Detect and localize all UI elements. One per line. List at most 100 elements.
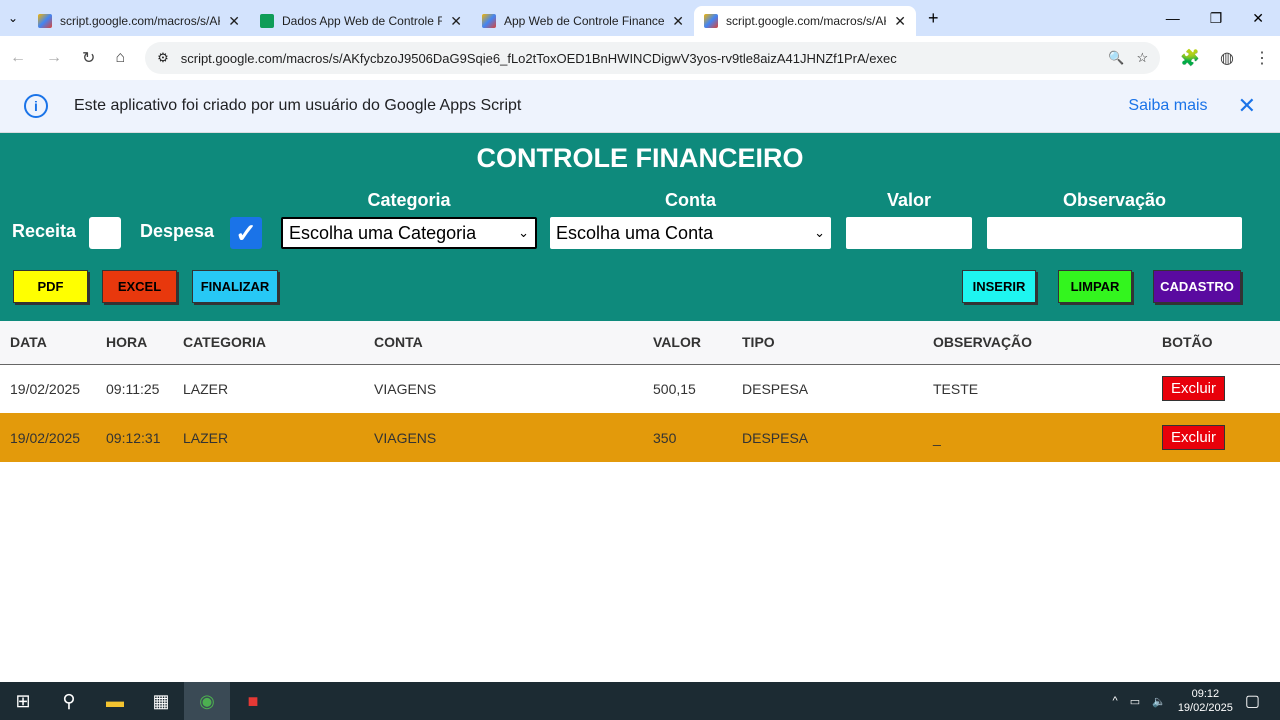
- pdf-button[interactable]: PDF: [13, 270, 88, 303]
- tab-title: script.google.com/macros/s/AK: [60, 14, 221, 28]
- form-panel: CONTROLE FINANCEIRO Receita Despesa ✓ Ca…: [0, 133, 1280, 321]
- learn-more-link[interactable]: Saiba mais: [1128, 97, 1207, 115]
- windows-start-icon[interactable]: ⊞: [0, 682, 46, 720]
- close-tab-icon[interactable]: ✕: [894, 13, 906, 30]
- browser-tab[interactable]: script.google.com/macros/s/AK ✕: [28, 6, 250, 36]
- system-tray: ^ ▭ 🔈 09:12 19/02/2025 ▢: [1113, 687, 1280, 715]
- chevron-down-icon: ⌄: [814, 225, 825, 240]
- despesa-checkbox[interactable]: ✓: [230, 217, 262, 249]
- home-icon[interactable]: ⌂: [115, 49, 125, 67]
- reload-icon[interactable]: ↻: [82, 48, 95, 68]
- close-banner-icon[interactable]: ✕: [1238, 93, 1256, 119]
- browser-tab-active[interactable]: script.google.com/macros/s/AK ✕: [694, 6, 916, 36]
- excluir-button[interactable]: Excluir: [1162, 425, 1226, 450]
- categoria-value: Escolha uma Categoria: [289, 222, 477, 243]
- clock-time: 09:12: [1191, 688, 1220, 700]
- column-header: TIPO: [732, 321, 923, 365]
- conta-label: Conta: [665, 190, 716, 210]
- close-tab-icon[interactable]: ✕: [450, 13, 462, 30]
- column-header: CATEGORIA: [173, 321, 364, 365]
- file-explorer-icon[interactable]: ▬: [92, 682, 138, 720]
- cell-valor: 350: [643, 413, 732, 462]
- minimize-icon[interactable]: —: [1166, 10, 1180, 27]
- receita-checkbox[interactable]: [89, 217, 121, 249]
- back-icon[interactable]: ←: [10, 49, 26, 67]
- cell-categoria: LAZER: [183, 380, 229, 397]
- info-banner: i Este aplicativo foi criado por um usuá…: [0, 80, 1280, 133]
- conta-select[interactable]: Escolha uma Conta ⌄: [550, 217, 831, 249]
- volume-icon[interactable]: 🔈: [1152, 695, 1166, 708]
- page-title: CONTROLE FINANCEIRO: [476, 143, 804, 173]
- cell-data: 19/02/2025: [10, 380, 81, 397]
- info-icon: i: [24, 94, 48, 118]
- bookmark-star-icon[interactable]: ☆: [1136, 50, 1148, 66]
- cell-valor: 500,15: [653, 380, 696, 397]
- address-bar-row: ← → ↻ ⌂ ⚙ script.google.com/macros/s/AKf…: [0, 36, 1280, 80]
- sheets-icon: [260, 14, 274, 28]
- categoria-select[interactable]: Escolha uma Categoria ⌄: [281, 217, 537, 249]
- browser-tab[interactable]: App Web de Controle Financeir ✕: [472, 6, 694, 36]
- cell-hora: 09:12:31: [96, 413, 173, 462]
- table-row: 19/02/2025 09:11:25 LAZER VIAGENS 500,15 DESP…: [0, 364, 1280, 413]
- chevron-up-icon[interactable]: ^: [1113, 695, 1118, 707]
- apps-script-icon: [482, 14, 496, 28]
- forward-icon[interactable]: →: [46, 49, 62, 67]
- tab-title: App Web de Controle Financeir: [504, 14, 665, 28]
- cell-data: 19/02/2025: [0, 413, 96, 462]
- cell-hora: 09:11:25: [106, 380, 160, 397]
- tab-title: Dados App Web de Controle Fi: [282, 14, 443, 28]
- finalizar-button[interactable]: FINALIZAR: [192, 270, 278, 303]
- column-header: HORA: [96, 321, 173, 365]
- close-tab-icon[interactable]: ✕: [228, 13, 240, 30]
- chrome-icon[interactable]: ◉: [184, 682, 230, 720]
- observacao-input[interactable]: [987, 217, 1242, 249]
- taskbar: ⊞ ⚲ ▬ ▦ ◉ ■ ^ ▭ 🔈 09:12 19/02/2025 ▢: [0, 682, 1280, 720]
- despesa-label: Despesa: [140, 221, 215, 241]
- cell-conta: VIAGENS: [364, 413, 643, 462]
- tab-list-chevron-icon[interactable]: ⌄: [8, 11, 28, 25]
- cadastro-button[interactable]: CADASTRO: [1153, 270, 1241, 303]
- apps-script-icon: [38, 14, 52, 28]
- browser-tab[interactable]: Dados App Web de Controle Fi ✕: [250, 6, 472, 36]
- tab-strip: ⌄ script.google.com/macros/s/AK ✕ Dados A…: [0, 0, 1280, 36]
- cell-observacao: TESTE: [933, 380, 979, 397]
- excluir-button[interactable]: Excluir: [1162, 376, 1226, 402]
- banner-text: Este aplicativo foi criado por um usuári…: [74, 97, 522, 114]
- receita-label: Receita: [12, 221, 77, 241]
- excel-button[interactable]: EXCEL: [102, 270, 177, 303]
- notification-icon[interactable]: ▢: [1245, 691, 1260, 711]
- profile-icon[interactable]: ◍: [1220, 48, 1234, 68]
- close-window-icon[interactable]: ✕: [1252, 10, 1264, 27]
- column-header: OBSERVAÇÃO: [923, 321, 1152, 365]
- conta-value: Escolha uma Conta: [556, 222, 714, 243]
- zoom-icon[interactable]: 🔍: [1108, 50, 1124, 66]
- url-text: script.google.com/macros/s/AKfycbzoJ9506…: [180, 50, 897, 66]
- valor-input[interactable]: [846, 217, 972, 249]
- clock[interactable]: 09:12 19/02/2025: [1178, 687, 1233, 715]
- cell-tipo: DESPESA: [742, 380, 809, 397]
- extension-icon[interactable]: 🧩: [1180, 48, 1200, 68]
- valor-label: Valor: [886, 190, 932, 210]
- cell-conta: VIAGENS: [374, 380, 437, 397]
- menu-icon[interactable]: ⋮: [1254, 48, 1270, 68]
- apps-script-icon: [704, 14, 718, 28]
- restore-icon[interactable]: ❐: [1210, 10, 1223, 27]
- observacao-label: Observação: [1062, 190, 1167, 210]
- close-tab-icon[interactable]: ✕: [672, 13, 684, 30]
- site-info-icon[interactable]: ⚙: [157, 50, 169, 66]
- column-header: VALOR: [643, 321, 732, 365]
- limpar-button[interactable]: LIMPAR: [1058, 270, 1132, 303]
- clock-date: 19/02/2025: [1177, 702, 1233, 714]
- inserir-button[interactable]: INSERIR: [962, 270, 1036, 303]
- cell-observacao: _: [923, 413, 1152, 462]
- url-bar[interactable]: ⚙ script.google.com/macros/s/AKfycbzoJ95…: [145, 42, 1161, 74]
- network-icon[interactable]: ▭: [1130, 695, 1140, 708]
- app-icon[interactable]: ■: [230, 682, 276, 720]
- cell-tipo: DESPESA: [732, 413, 923, 462]
- search-icon[interactable]: ⚲: [46, 682, 92, 720]
- new-tab-icon[interactable]: +: [928, 8, 939, 29]
- tab-title: script.google.com/macros/s/AK: [726, 14, 887, 28]
- calculator-icon[interactable]: ▦: [138, 682, 184, 720]
- chevron-down-icon: ⌄: [518, 225, 529, 240]
- categoria-label: Categoria: [367, 190, 451, 210]
